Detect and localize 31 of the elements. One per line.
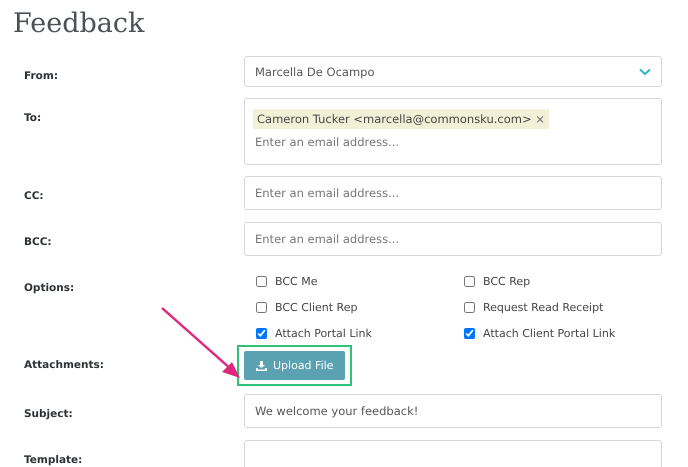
option-label: BCC Me <box>275 274 318 288</box>
field-label: BCC: <box>24 236 52 248</box>
option-label: BCC Client Rep <box>275 300 358 314</box>
text-field[interactable]: We welcome your feedback! <box>244 394 662 428</box>
field-label: To: <box>24 112 42 124</box>
text-field[interactable] <box>244 440 662 467</box>
option-label: Attach Portal Link <box>275 326 372 340</box>
upload-icon <box>256 360 267 370</box>
option-label: Request Read Receipt <box>483 300 604 314</box>
option-label: BCC Rep <box>483 274 530 288</box>
field-label: Subject: <box>24 408 73 420</box>
field-label: Template: <box>24 454 82 466</box>
recipients-field[interactable]: Cameron Tucker <marcella@commonsku.com> × Enter an email address... <box>244 98 662 165</box>
checkbox[interactable] <box>464 328 475 338</box>
page-title: Feedback <box>12 7 146 41</box>
checkbox[interactable] <box>256 328 267 338</box>
chevron-down-icon <box>639 68 651 76</box>
checkbox[interactable] <box>464 276 475 286</box>
field-label: Options: <box>24 282 74 294</box>
checkbox[interactable] <box>256 276 267 286</box>
checkbox[interactable] <box>256 302 267 312</box>
field-label: CC: <box>24 190 44 202</box>
from-select[interactable]: Marcella De Ocampo <box>244 56 662 87</box>
text-field[interactable]: Enter an email address... <box>244 176 662 210</box>
text-field[interactable]: Enter an email address... <box>244 222 662 256</box>
remove-tag-button[interactable]: × <box>535 112 545 126</box>
option-label: Attach Client Portal Link <box>483 326 616 340</box>
field-label: Attachments: <box>24 359 104 371</box>
checkbox[interactable] <box>464 302 475 312</box>
field-label: From: <box>24 70 58 82</box>
recipient-tag: Cameron Tucker <marcella@commonsku.com> × <box>253 109 549 129</box>
